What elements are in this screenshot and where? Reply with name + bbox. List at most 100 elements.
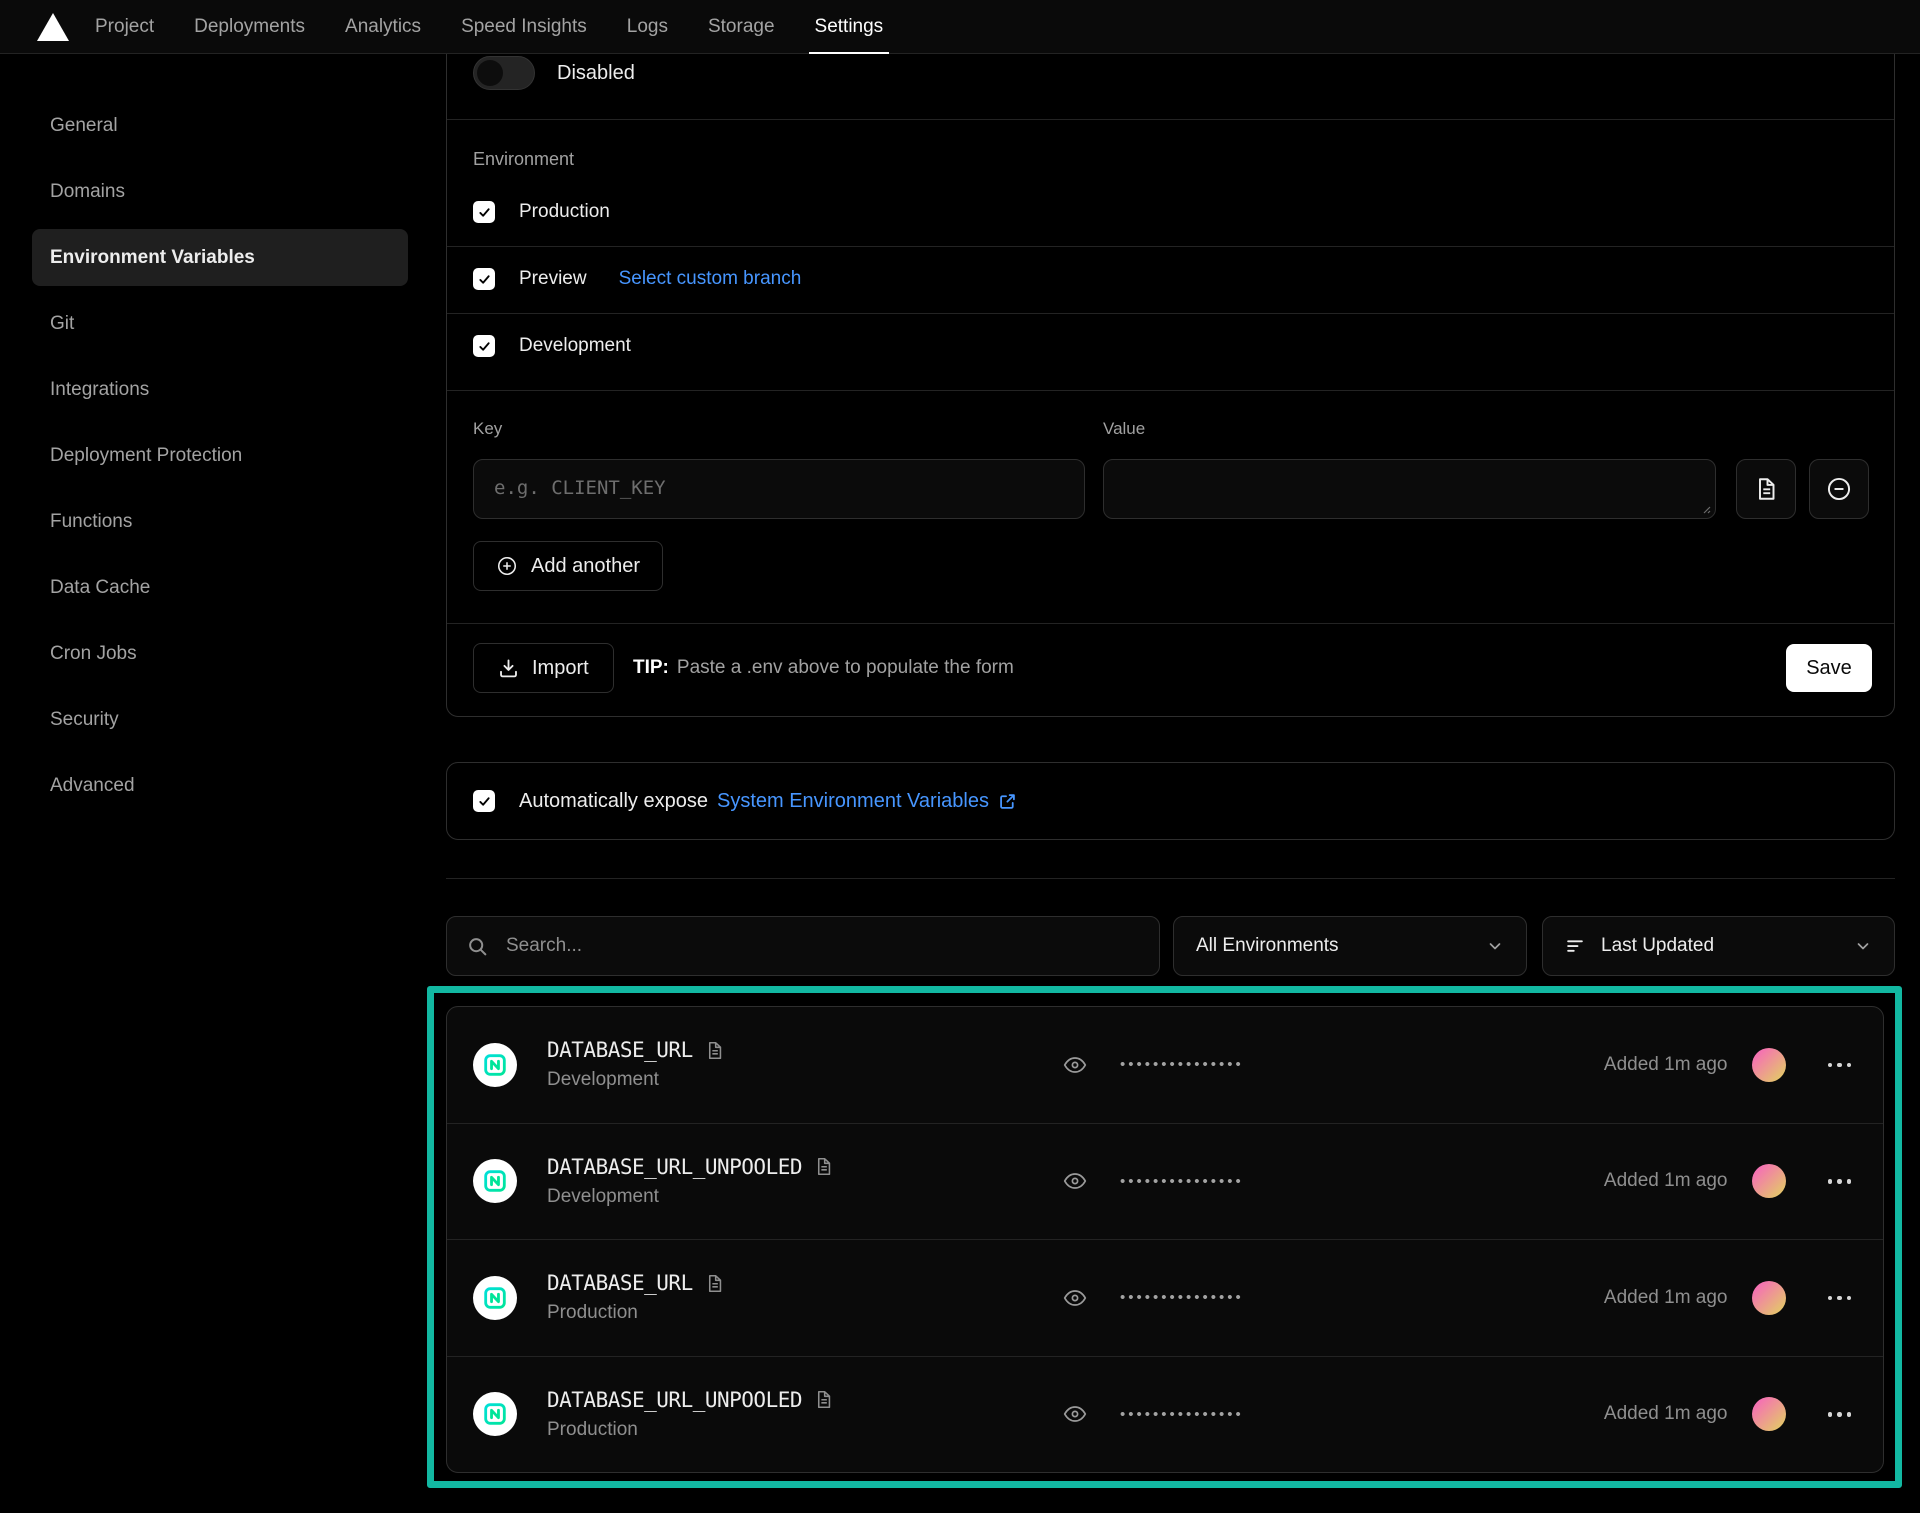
import-button[interactable]: Import (473, 643, 614, 693)
import-tip: TIP:Paste a .env above to populate the f… (633, 643, 1014, 693)
divider (447, 246, 1894, 247)
sidebar-item-security[interactable]: Security (32, 691, 408, 748)
environment-filter-value: All Environments (1196, 935, 1470, 957)
key-input[interactable] (473, 459, 1085, 519)
env-variable-list: DATABASE_URL Development ••••••• (446, 1006, 1884, 1473)
nav-tab-settings[interactable]: Settings (815, 0, 884, 53)
development-checkbox[interactable] (473, 335, 495, 357)
added-timestamp: Added 1m ago (1604, 1054, 1728, 1076)
divider (447, 623, 1894, 624)
sidebar-item-git[interactable]: Git (32, 295, 408, 352)
search-box (446, 916, 1160, 976)
nav-tab-logs[interactable]: Logs (627, 0, 668, 53)
divider (447, 119, 1894, 120)
hidden-value: ••••••••••••••• (1120, 1056, 1244, 1073)
avatar (1752, 1281, 1786, 1315)
note-icon[interactable] (705, 1041, 724, 1060)
value-input[interactable] (1103, 459, 1716, 519)
sidebar-item-functions[interactable]: Functions (32, 493, 408, 550)
minus-circle-icon (1825, 475, 1853, 503)
reveal-value-eye-icon[interactable] (1062, 1401, 1088, 1427)
plus-circle-icon (496, 555, 518, 577)
reveal-value-eye-icon[interactable] (1062, 1052, 1088, 1078)
note-icon[interactable] (814, 1157, 833, 1176)
row-menu-button[interactable] (1826, 1173, 1854, 1190)
expose-checkbox[interactable] (473, 790, 495, 812)
row-menu-button[interactable] (1826, 1290, 1854, 1307)
reveal-value-eye-icon[interactable] (1062, 1285, 1088, 1311)
added-timestamp: Added 1m ago (1604, 1170, 1728, 1192)
paste-env-file-button[interactable] (1736, 459, 1796, 519)
note-icon[interactable] (705, 1274, 724, 1293)
disabled-label: Disabled (557, 62, 635, 85)
env-var-environment: Production (547, 1302, 724, 1324)
search-input[interactable] (506, 935, 1139, 957)
env-var-environment: Production (547, 1419, 833, 1441)
nav-items: Project Deployments Analytics Speed Insi… (95, 0, 923, 53)
divider (447, 390, 1894, 391)
nav-tab-speed-insights[interactable]: Speed Insights (461, 0, 587, 53)
sidebar-item-domains[interactable]: Domains (32, 163, 408, 220)
sort-dropdown[interactable]: Last Updated (1542, 916, 1895, 976)
nav-tab-project[interactable]: Project (95, 0, 154, 53)
sidebar-item-cron-jobs[interactable]: Cron Jobs (32, 625, 408, 682)
env-variable-row: DATABASE_URL Development ••••••• (447, 1007, 1883, 1123)
chevron-down-icon (1854, 937, 1872, 955)
hidden-value: ••••••••••••••• (1120, 1406, 1244, 1423)
env-var-name: DATABASE_URL_UNPOOLED (547, 1388, 802, 1412)
chevron-down-icon (1486, 937, 1504, 955)
env-var-environment: Development (547, 1069, 724, 1091)
avatar (1752, 1048, 1786, 1082)
add-another-button[interactable]: Add another (473, 541, 663, 591)
value-label: Value (1103, 419, 1145, 439)
sidebar-item-general[interactable]: General (32, 97, 408, 154)
nav-tab-deployments[interactable]: Deployments (194, 0, 305, 53)
settings-sidebar: General Domains Environment Variables Gi… (0, 54, 446, 823)
sort-icon (1565, 936, 1585, 956)
sidebar-item-integrations[interactable]: Integrations (32, 361, 408, 418)
divider (447, 313, 1894, 314)
disabled-toggle[interactable] (473, 56, 535, 90)
select-custom-branch-link[interactable]: Select custom branch (619, 268, 802, 290)
preview-checkbox[interactable] (473, 268, 495, 290)
neon-integration-icon (473, 1276, 517, 1320)
expose-system-env-card: Automatically expose System Environment … (446, 762, 1895, 840)
neon-integration-icon (473, 1392, 517, 1436)
save-button[interactable]: Save (1786, 644, 1872, 692)
avatar (1752, 1164, 1786, 1198)
env-variable-row: DATABASE_URL Production •••••••• (447, 1239, 1883, 1356)
environment-filter-dropdown[interactable]: All Environments (1173, 916, 1527, 976)
added-timestamp: Added 1m ago (1604, 1287, 1728, 1309)
nav-tab-storage[interactable]: Storage (708, 0, 775, 53)
env-variable-row: DATABASE_URL_UNPOOLED Production (447, 1356, 1883, 1473)
development-label: Development (519, 335, 631, 357)
neon-integration-icon (473, 1159, 517, 1203)
note-icon[interactable] (814, 1390, 833, 1409)
sort-value: Last Updated (1601, 935, 1838, 957)
env-var-environment: Development (547, 1186, 833, 1208)
row-menu-button[interactable] (1826, 1406, 1854, 1423)
environment-row-development: Development (473, 324, 631, 368)
main-content: Disabled Environment Production Preview … (446, 0, 1895, 1513)
resize-handle-icon[interactable] (1699, 502, 1711, 514)
production-checkbox[interactable] (473, 201, 495, 223)
disabled-toggle-row: Disabled (473, 51, 635, 95)
sidebar-item-deployment-protection[interactable]: Deployment Protection (32, 427, 408, 484)
sidebar-item-data-cache[interactable]: Data Cache (32, 559, 408, 616)
env-var-name: DATABASE_URL_UNPOOLED (547, 1155, 802, 1179)
top-nav: Project Deployments Analytics Speed Insi… (0, 0, 1920, 54)
sidebar-item-environment-variables[interactable]: Environment Variables (32, 229, 408, 286)
vercel-settings-page: Project Deployments Analytics Speed Insi… (0, 0, 1920, 1513)
nav-tab-analytics[interactable]: Analytics (345, 0, 421, 53)
remove-row-button[interactable] (1809, 459, 1869, 519)
key-label: Key (473, 419, 502, 439)
system-env-variables-link[interactable]: System Environment Variables (717, 790, 989, 813)
production-label: Production (519, 201, 610, 223)
sidebar-item-advanced[interactable]: Advanced (32, 757, 408, 814)
vercel-logo-icon[interactable] (37, 13, 69, 41)
environment-section-label: Environment (473, 149, 574, 170)
reveal-value-eye-icon[interactable] (1062, 1168, 1088, 1194)
hidden-value: ••••••••••••••• (1120, 1289, 1244, 1306)
row-menu-button[interactable] (1826, 1057, 1854, 1074)
file-icon (1754, 477, 1778, 501)
